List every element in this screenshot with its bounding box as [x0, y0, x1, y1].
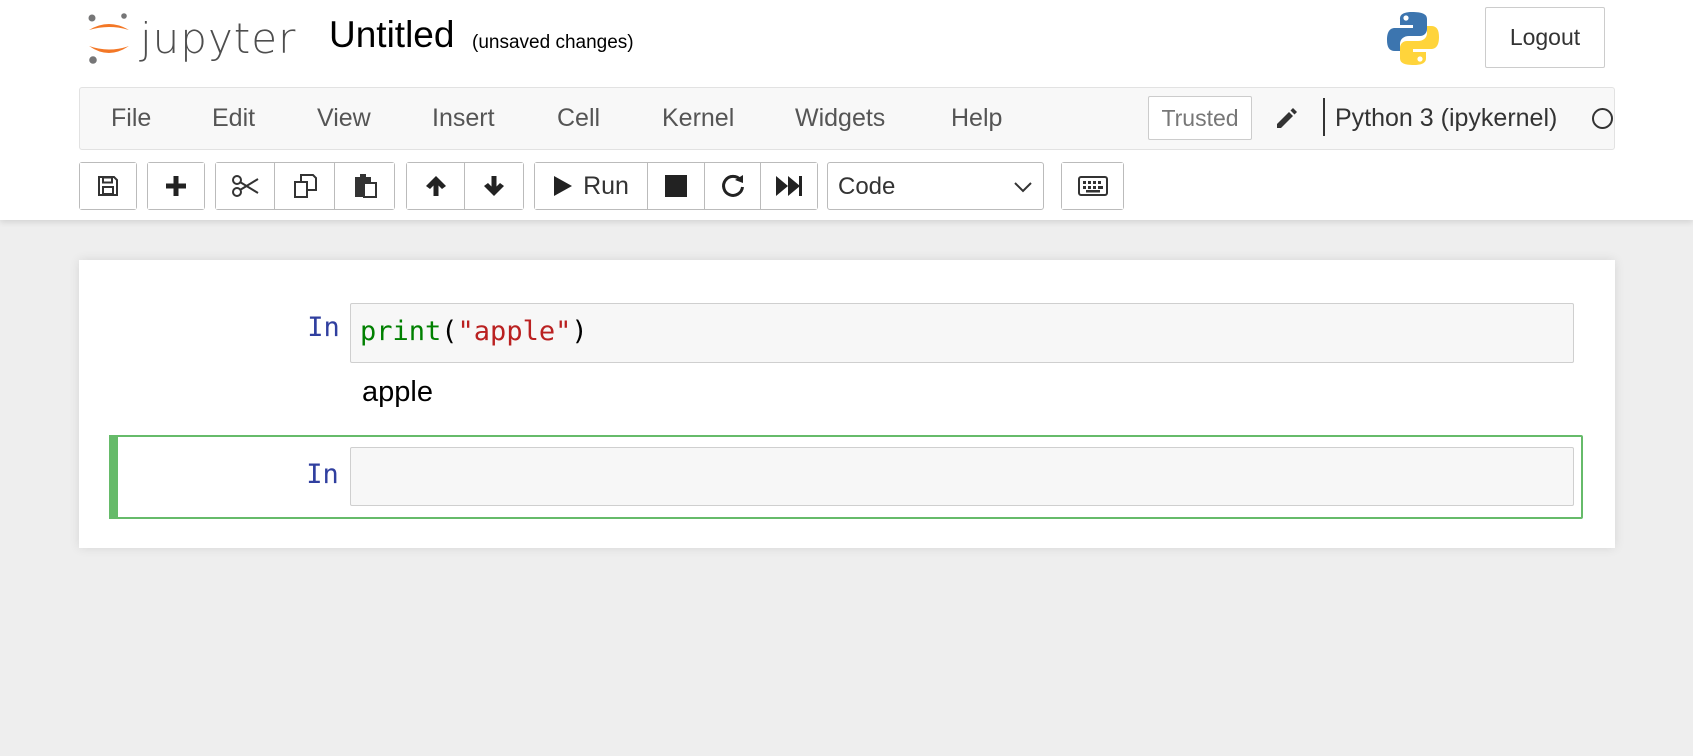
cell-1-output: apple: [362, 376, 433, 408]
save-icon: [98, 176, 118, 196]
paste-button[interactable]: [335, 163, 394, 209]
insert-cell-button[interactable]: [148, 163, 204, 209]
interrupt-kernel-button[interactable]: [648, 163, 705, 209]
move-down-button[interactable]: [465, 163, 523, 209]
command-palette-button[interactable]: [1062, 163, 1123, 209]
cut-icon: [232, 175, 259, 197]
python-logo-icon: [1387, 12, 1439, 65]
toolbar-clipboard-group: [215, 162, 395, 210]
menu-edit[interactable]: Edit: [212, 88, 255, 149]
notebook-container: In [1]: print("apple") apple In [ ]:: [79, 260, 1615, 548]
menu-kernel[interactable]: Kernel: [662, 88, 734, 149]
cell-2-code-editor[interactable]: [350, 447, 1574, 506]
trusted-button[interactable]: Trusted: [1148, 96, 1252, 140]
copy-icon: [293, 174, 317, 198]
code-builtin-token: print: [360, 316, 442, 347]
save-status: (unsaved changes): [472, 32, 634, 53]
cell-type-value: Code: [838, 173, 896, 200]
paste-icon: [354, 174, 377, 198]
chevron-down-icon: [1014, 182, 1032, 193]
copy-button[interactable]: [275, 163, 335, 209]
toolbar-save-group: [79, 162, 137, 210]
play-icon: [554, 176, 573, 196]
kernel-idle-indicator-icon: [1592, 108, 1613, 129]
pencil-icon[interactable]: [1273, 105, 1299, 131]
menu-widgets[interactable]: Widgets: [795, 88, 885, 149]
logout-button[interactable]: Logout: [1485, 7, 1605, 68]
jupyter-logo[interactable]: jupyter: [86, 8, 296, 68]
save-button[interactable]: [80, 163, 136, 209]
menu-insert[interactable]: Insert: [432, 88, 495, 149]
menu-view[interactable]: View: [317, 88, 371, 149]
restart-kernel-button[interactable]: [705, 163, 761, 209]
header: jupyter Untitled (unsaved changes) Logou…: [0, 0, 1693, 220]
arrow-down-icon: [484, 176, 504, 196]
notebook-name[interactable]: Untitled: [329, 14, 454, 56]
toolbar-shortcuts-group: [1061, 162, 1124, 210]
run-button[interactable]: Run: [535, 163, 648, 209]
jupyter-logo-icon: [88, 13, 129, 64]
kernel-separator: [1323, 98, 1325, 136]
stop-icon: [665, 175, 687, 197]
keyboard-icon: [1077, 176, 1108, 196]
toolbar-move-group: [406, 162, 524, 210]
menubar: File Edit View Insert Cell Kernel Widget…: [79, 87, 1615, 150]
toolbar-insert-group: [147, 162, 205, 210]
jupyter-logo-text: jupyter: [140, 13, 297, 63]
plus-icon: [166, 176, 186, 196]
restart-icon: [721, 174, 744, 197]
cell-1-code-editor[interactable]: print("apple"): [350, 303, 1574, 363]
selected-cell-indicator: [109, 435, 118, 519]
menu-file[interactable]: File: [111, 88, 151, 149]
fast-forward-icon: [776, 176, 802, 196]
toolbar-run-group: Run: [534, 162, 818, 210]
cell-type-select[interactable]: Code: [827, 162, 1044, 210]
menu-help[interactable]: Help: [951, 88, 1002, 149]
cut-button[interactable]: [216, 163, 275, 209]
kernel-name[interactable]: Python 3 (ipykernel): [1335, 88, 1557, 149]
code-paren-token: (: [441, 316, 458, 347]
cell-1-code-line: print("apple"): [360, 316, 588, 347]
restart-run-all-button[interactable]: [761, 163, 817, 209]
arrow-up-icon: [425, 176, 446, 196]
move-up-button[interactable]: [407, 163, 465, 209]
cell-2-selected[interactable]: In [ ]:: [109, 435, 1583, 519]
menu-cell[interactable]: Cell: [557, 88, 600, 149]
run-label: Run: [583, 171, 629, 200]
code-paren-token: ): [571, 316, 588, 347]
code-string-token: "apple": [457, 316, 572, 347]
